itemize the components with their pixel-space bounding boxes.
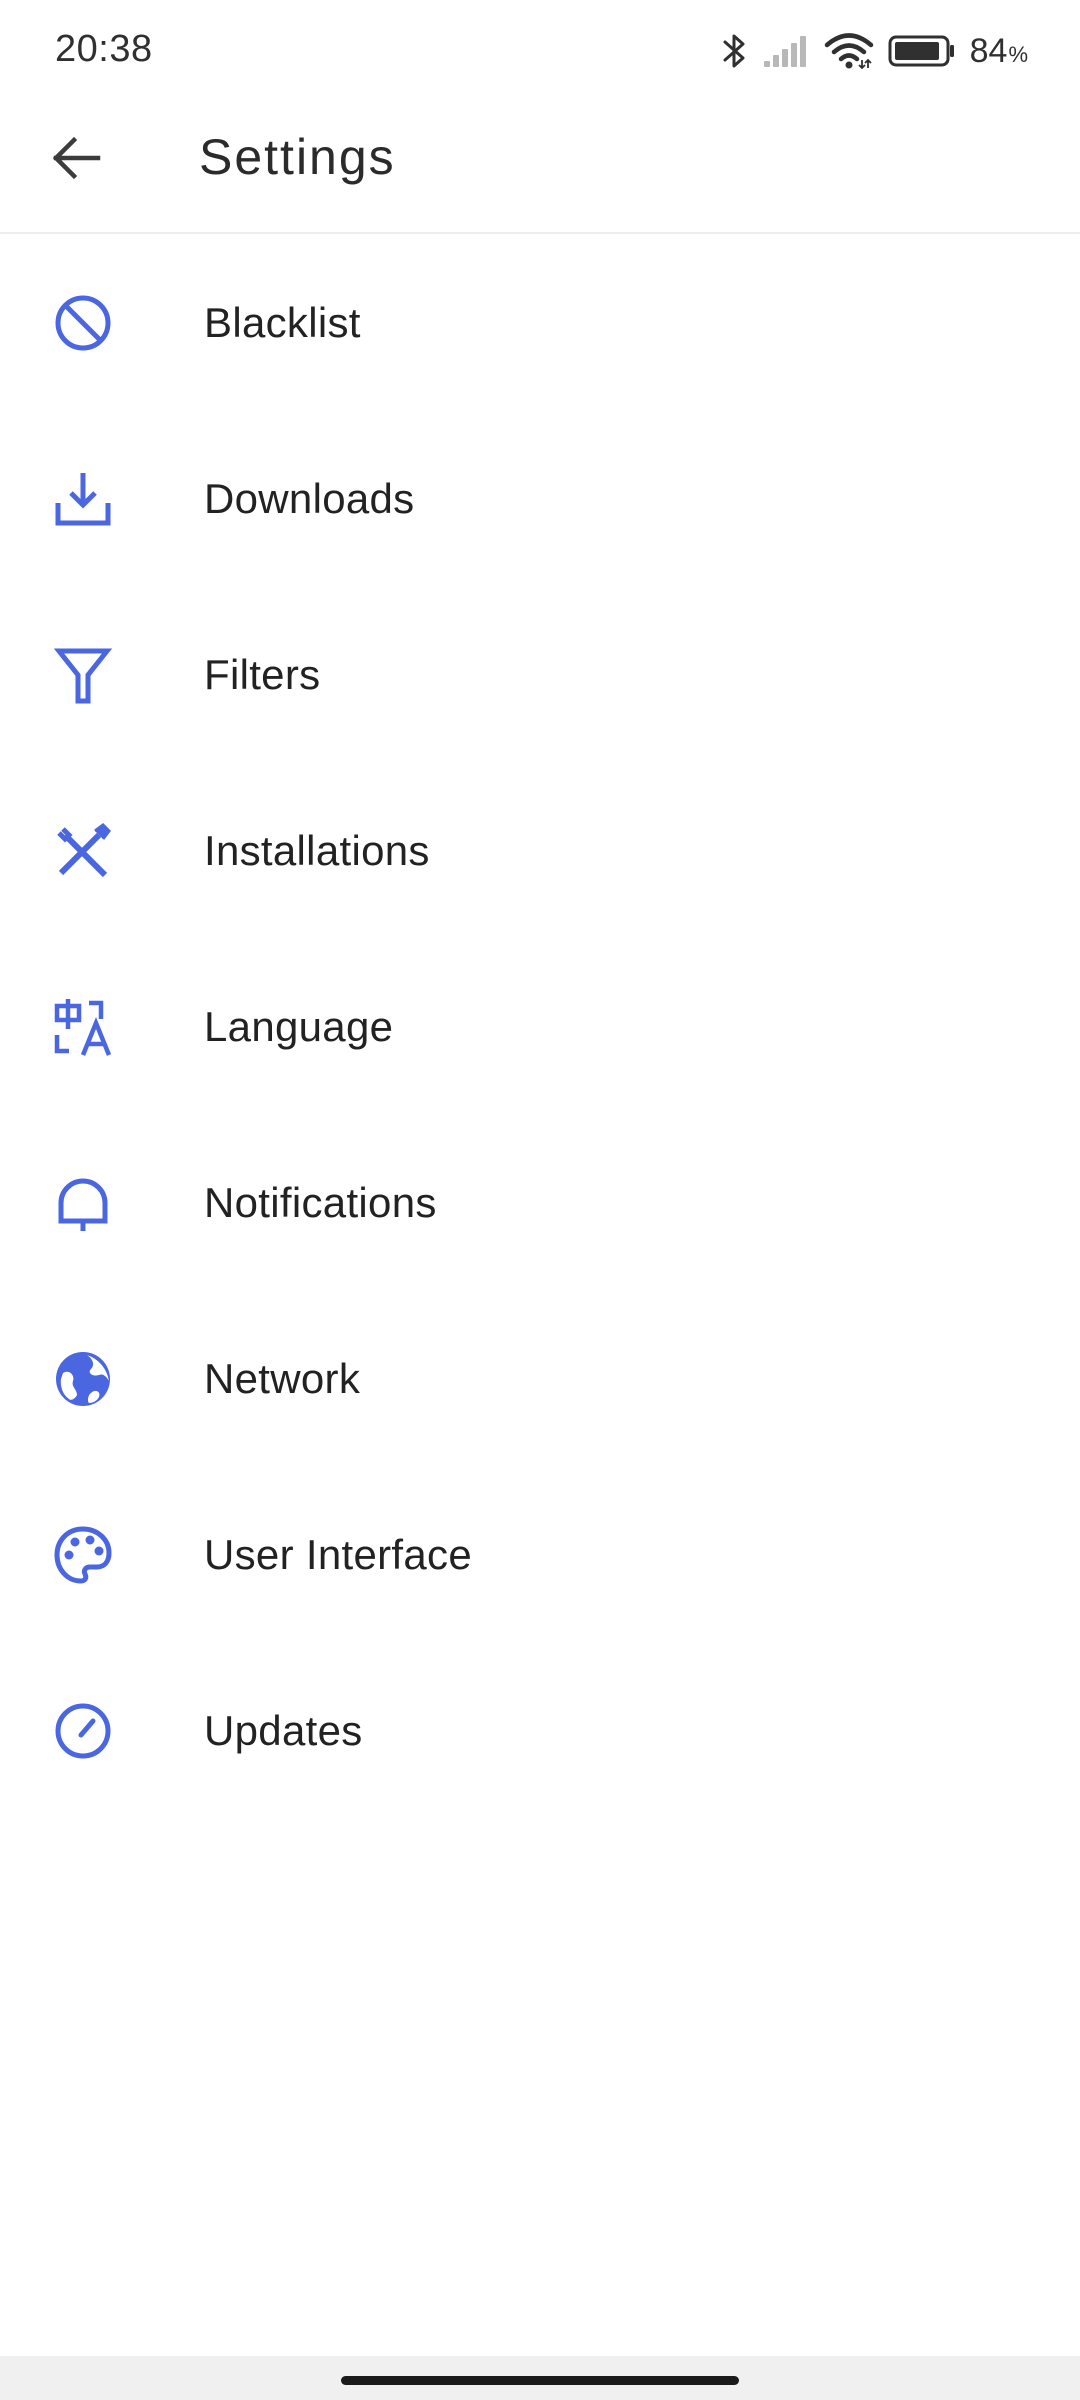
download-icon: [51, 467, 115, 531]
settings-item-label: Notifications: [204, 1179, 437, 1226]
settings-item-filters[interactable]: Filters: [0, 587, 1080, 763]
battery-unit: %: [1008, 41, 1028, 67]
settings-item-installations[interactable]: Installations: [0, 763, 1080, 939]
tools-icon: [51, 819, 115, 883]
app-bar: Settings: [0, 100, 1080, 234]
gauge-icon: [51, 1699, 115, 1763]
settings-item-downloads[interactable]: Downloads: [0, 411, 1080, 587]
navigation-bar: [0, 2356, 1080, 2400]
settings-item-label: Blacklist: [204, 299, 361, 346]
settings-item-notifications[interactable]: Notifications: [0, 1115, 1080, 1291]
settings-item-label: Updates: [204, 1707, 363, 1754]
status-bar: 20:38 84 %: [0, 0, 1080, 100]
block-icon: [51, 291, 115, 355]
palette-icon: [51, 1523, 115, 1587]
home-indicator[interactable]: [341, 2376, 739, 2385]
settings-screen: 20:38 84 % Settings Blacklist Downloads …: [0, 0, 1080, 2400]
settings-item-label: Downloads: [204, 475, 415, 522]
bell-icon: [51, 1171, 115, 1235]
settings-item-label: User Interface: [204, 1531, 472, 1578]
settings-item-user-interface[interactable]: User Interface: [0, 1467, 1080, 1643]
battery-percentage: 84%: [970, 32, 1028, 71]
settings-item-label: Network: [204, 1355, 361, 1402]
settings-item-label: Filters: [204, 651, 321, 698]
arrow-back-icon: [50, 132, 102, 189]
status-time: 20:38: [55, 28, 153, 70]
cellular-signal-icon: [762, 33, 810, 69]
settings-item-language[interactable]: Language: [0, 939, 1080, 1115]
settings-item-blacklist[interactable]: Blacklist: [0, 235, 1080, 411]
settings-item-updates[interactable]: Updates: [0, 1643, 1080, 1819]
wifi-icon: [824, 32, 874, 70]
settings-item-label: Installations: [204, 827, 430, 874]
status-icons: 84%: [722, 26, 1028, 76]
battery-level: 84: [969, 31, 1008, 70]
bluetooth-icon: [722, 31, 748, 71]
back-button[interactable]: [36, 120, 116, 200]
globe-icon: [51, 1347, 115, 1411]
battery-icon: [888, 34, 956, 68]
translate-icon: [51, 995, 115, 1059]
settings-item-network[interactable]: Network: [0, 1291, 1080, 1467]
filter-icon: [51, 643, 115, 707]
settings-list: Blacklist Downloads Filters Installation…: [0, 235, 1080, 1819]
settings-item-label: Language: [204, 1003, 394, 1050]
page-title: Settings: [199, 129, 396, 185]
